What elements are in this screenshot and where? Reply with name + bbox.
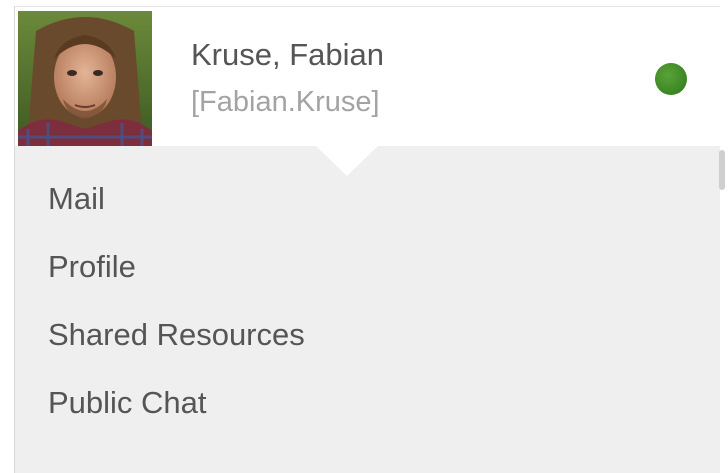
user-header: Kruse, Fabian [Fabian.Kruse] <box>15 7 720 146</box>
user-photo-icon <box>18 11 152 146</box>
online-status-icon <box>655 63 687 95</box>
scrollbar[interactable] <box>719 150 725 190</box>
popup-caret <box>315 145 379 176</box>
avatar[interactable] <box>18 11 152 146</box>
menu-item-shared-resources[interactable]: Shared Resources <box>15 319 720 387</box>
menu-item-mail[interactable]: Mail <box>15 183 720 251</box>
menu-item-public-chat[interactable]: Public Chat <box>15 387 720 455</box>
user-display-name: Kruse, Fabian <box>191 37 384 72</box>
user-menu-card: Kruse, Fabian [Fabian.Kruse] Mail Profil… <box>14 6 720 473</box>
user-login-name: [Fabian.Kruse] <box>191 86 380 118</box>
user-menu: Mail Profile Shared Resources Public Cha… <box>15 183 720 455</box>
user-popup-frame: Kruse, Fabian [Fabian.Kruse] Mail Profil… <box>0 0 728 473</box>
menu-item-profile[interactable]: Profile <box>15 251 720 319</box>
